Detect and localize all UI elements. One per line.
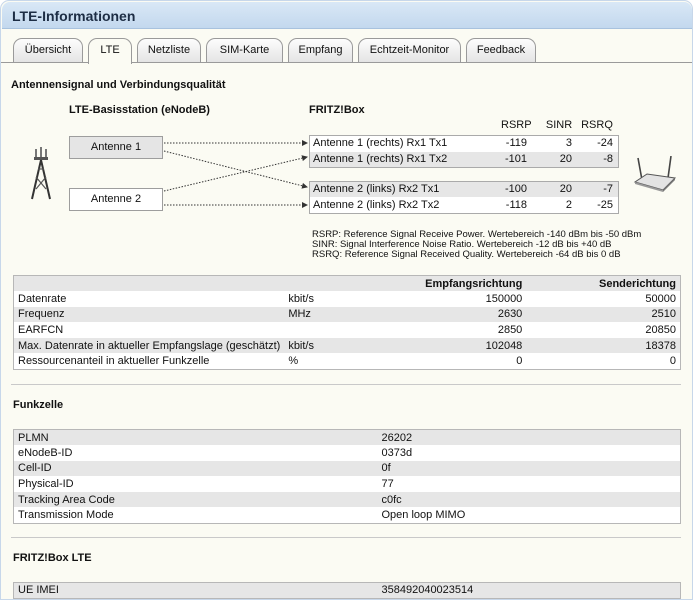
table-cell: Physical-ID bbox=[13, 476, 378, 492]
table-cell: 2630 bbox=[344, 306, 527, 323]
table-row: Physical-ID 77 bbox=[13, 476, 681, 492]
rsrq-value: -25 bbox=[597, 199, 613, 211]
table-cell: 150000 bbox=[344, 291, 527, 307]
table-cell: 2510 bbox=[526, 306, 681, 323]
rsrp-value: -101 bbox=[504, 153, 527, 165]
table-cell: kbit/s bbox=[284, 291, 345, 307]
table-row: Cell-ID 0f bbox=[13, 460, 681, 477]
table-header-row: Empfangsrichtung Senderichtung bbox=[13, 275, 681, 292]
table-row: Transmission Mode Open loop MIMO bbox=[13, 507, 681, 524]
table-cell: Frequenz bbox=[13, 306, 285, 323]
table-cell: MHz bbox=[284, 306, 345, 323]
table-cell: PLMN bbox=[13, 429, 378, 446]
table-cell: 2850 bbox=[344, 322, 527, 338]
lte-info-panel: LTE-Informationen Übersicht LTE Netzlist… bbox=[0, 0, 693, 600]
table-row: Datenrate kbit/s 150000 50000 bbox=[13, 291, 681, 307]
table-row: Frequenz MHz 2630 2510 bbox=[13, 306, 681, 323]
table-cell: 20850 bbox=[526, 322, 681, 338]
signal-row-label: Antenne 1 (rechts) Rx1 Tx2 bbox=[313, 153, 448, 165]
table-header-cell bbox=[13, 275, 285, 292]
path-a1-r2tx1 bbox=[163, 150, 308, 189]
table-cell: Cell-ID bbox=[13, 460, 378, 477]
table-cell: Open loop MIMO bbox=[377, 507, 681, 524]
table-row: Ressourcenanteil in aktueller Funkzelle … bbox=[13, 353, 681, 370]
cell-table: PLMN 26202 eNodeB-ID 0373d Cell-ID 0f Physi… bbox=[13, 429, 681, 524]
table-header-cell bbox=[284, 275, 345, 292]
section-heading-cell: Funkzelle bbox=[13, 399, 64, 411]
rsrp-value: -119 bbox=[505, 137, 527, 149]
table-cell: 18378 bbox=[526, 337, 681, 354]
section-divider bbox=[11, 537, 681, 538]
sinr-value: 3 bbox=[565, 137, 572, 149]
section-divider bbox=[11, 384, 681, 385]
signal-row-1: Antenne 1 (rechts) Rx1 Tx1 -119 3 -24 bbox=[310, 136, 618, 151]
rsrq-value: -7 bbox=[603, 183, 613, 195]
table-row: EARFCN 2850 20850 bbox=[13, 322, 681, 338]
table-cell: 26202 bbox=[377, 429, 681, 446]
sinr-value: 20 bbox=[559, 153, 572, 165]
rsrp-value: -100 bbox=[504, 183, 527, 195]
signal-row-4: Antenne 2 (links) Rx2 Tx2 -118 2 -25 bbox=[310, 198, 618, 213]
legend-rsrq: RSRQ: Reference Signal Received Quality.… bbox=[312, 249, 621, 260]
table-row: Tracking Area Code c0fc bbox=[13, 491, 681, 508]
table-cell: 0 bbox=[344, 353, 527, 370]
table-cell: UE IMEI bbox=[13, 582, 378, 599]
table-cell: Ressourcenanteil in aktueller Funkzelle bbox=[13, 353, 285, 370]
table-cell: 358492040023514 bbox=[377, 582, 681, 599]
device-table: UE IMEI 358492040023514 bbox=[13, 582, 681, 599]
table-cell bbox=[284, 322, 345, 338]
sinr-value: 20 bbox=[559, 183, 572, 195]
tab-lte[interactable]: LTE bbox=[88, 38, 132, 64]
rsrq-value: -24 bbox=[597, 137, 613, 149]
table-cell: 50000 bbox=[526, 291, 681, 307]
table-cell: 0 bbox=[526, 353, 681, 370]
signal-row-2: Antenne 1 (rechts) Rx1 Tx2 -101 20 -8 bbox=[310, 152, 618, 167]
signal-row-label: Antenne 1 (rechts) Rx1 Tx1 bbox=[313, 137, 448, 149]
table-cell: kbit/s bbox=[284, 337, 345, 354]
rsrp-value: -118 bbox=[505, 199, 527, 211]
section-heading-device: FRITZ!Box LTE bbox=[13, 552, 92, 564]
table-header-cell: Senderichtung bbox=[526, 275, 681, 292]
table-row: UE IMEI 358492040023514 bbox=[13, 582, 681, 599]
table-cell: 77 bbox=[377, 476, 681, 492]
table-row: eNodeB-ID 0373d bbox=[13, 445, 681, 461]
table-cell: Tracking Area Code bbox=[13, 491, 378, 508]
table-cell: 0f bbox=[377, 460, 681, 477]
router-icon bbox=[633, 156, 677, 192]
table-cell: Max. Datenrate in aktueller Empfangslage… bbox=[13, 337, 285, 354]
table-row: Max. Datenrate in aktueller Empfangslage… bbox=[13, 337, 681, 354]
path-a2-r1tx2 bbox=[163, 155, 308, 192]
sinr-value: 2 bbox=[565, 199, 572, 211]
rsrq-value: -8 bbox=[603, 153, 613, 165]
table-cell: eNodeB-ID bbox=[13, 445, 378, 461]
table-cell: Datenrate bbox=[13, 291, 285, 307]
table-header-cell: Empfangsrichtung bbox=[344, 275, 527, 292]
table-row: PLMN 26202 bbox=[13, 429, 681, 446]
signal-row-label: Antenne 2 (links) Rx2 Tx2 bbox=[313, 199, 440, 211]
table-cell: % bbox=[284, 353, 345, 370]
table-cell: EARFCN bbox=[13, 322, 285, 338]
table-cell: 102048 bbox=[344, 337, 527, 354]
signal-row-label: Antenne 2 (links) Rx2 Tx1 bbox=[313, 183, 440, 195]
table-cell: 0373d bbox=[377, 445, 681, 461]
table-cell: Transmission Mode bbox=[13, 507, 378, 524]
table-cell: c0fc bbox=[377, 491, 681, 508]
signal-row-3: Antenne 2 (links) Rx2 Tx1 -100 20 -7 bbox=[310, 182, 618, 197]
rates-table: Empfangsrichtung Senderichtung Datenrate… bbox=[13, 275, 681, 370]
